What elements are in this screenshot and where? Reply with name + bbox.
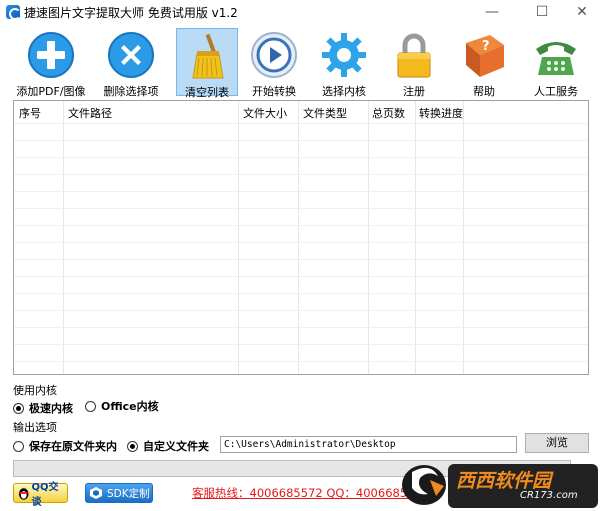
radio-dot [127, 440, 138, 452]
column [369, 101, 416, 374]
window-title: 捷速图片文字提取大师 免费试用版 v1.2 [24, 6, 238, 20]
grid-row-line [14, 276, 588, 277]
qq-chat-button[interactable]: QQ交谈 [13, 482, 68, 508]
watermark-sub: CR173.com [520, 490, 578, 501]
grid-row-line [14, 242, 588, 243]
save-original-folder-radio[interactable]: 保存在原文件夹内 [13, 438, 117, 454]
column-header-type[interactable]: 文件类型 [303, 105, 347, 121]
sdk-custom-button[interactable]: SDK定制 [85, 483, 153, 503]
broom-icon [192, 33, 224, 79]
sdk-custom-label: SDK定制 [107, 487, 150, 500]
toolbar-label: 人工服务 [534, 85, 578, 98]
browse-button[interactable]: 浏览 [525, 433, 589, 453]
radio-label: Office内核 [101, 400, 159, 413]
delete-selected-button[interactable]: 删除选择项 [100, 28, 162, 98]
grid-row-line [14, 208, 588, 209]
hotline-link[interactable]: 客服热线：4006685572 QQ：400668557 [192, 485, 422, 501]
output-section-label: 输出选项 [13, 421, 57, 434]
radio-label: 保存在原文件夹内 [29, 440, 117, 453]
column-header-pages[interactable]: 总页数 [372, 105, 405, 121]
engine-section-label: 使用内核 [13, 384, 57, 397]
output-path-field[interactable]: C:\Users\Administrator\Desktop [220, 436, 517, 453]
grid-row-line [14, 123, 588, 124]
sdk-icon [90, 487, 102, 499]
column-header-progress[interactable]: 转换进度 [419, 105, 463, 121]
grid-row-line [14, 327, 588, 328]
file-list[interactable]: 序号 文件路径 文件大小 文件类型 总页数 转换进度 [13, 100, 589, 375]
title-bar: 捷速图片文字提取大师 免费试用版 v1.2 — ☐ ✕ [0, 0, 600, 24]
grid-row-line [14, 344, 588, 345]
watermark-logo: 西西软件园 CR173.com [400, 458, 600, 511]
toolbar-label: 添加PDF/图像 [16, 85, 86, 98]
column [239, 101, 299, 374]
grid-row-line [14, 174, 588, 175]
engine-office-radio[interactable]: Office内核 [85, 398, 159, 414]
radio-dot [13, 402, 24, 414]
grid-row-line [14, 191, 588, 192]
radio-label: 极速内核 [29, 402, 73, 415]
grid-row-line [14, 361, 588, 362]
play-icon [251, 32, 297, 78]
delete-icon [108, 32, 154, 78]
grid-row-line [14, 157, 588, 158]
penguin-icon [18, 488, 29, 500]
toolbar-label: 帮助 [473, 85, 495, 98]
close-button[interactable]: ✕ [560, 0, 600, 24]
app-icon [6, 5, 21, 20]
toolbar-label: 删除选择项 [103, 85, 159, 98]
select-engine-button[interactable]: 选择内核 [313, 28, 375, 98]
engine-fast-radio[interactable]: 极速内核 [13, 400, 73, 416]
add-pdf-image-button[interactable]: 添加PDF/图像 [16, 28, 86, 98]
gear-icon [322, 33, 366, 77]
column-header-index[interactable]: 序号 [19, 105, 41, 121]
radio-dot [85, 400, 96, 412]
lock-icon [397, 33, 431, 78]
grid-row-line [14, 293, 588, 294]
column [416, 101, 464, 374]
register-button[interactable]: 注册 [383, 28, 445, 98]
help-book-icon: ? [466, 35, 504, 77]
column-header-size[interactable]: 文件大小 [243, 105, 287, 121]
custom-folder-radio[interactable]: 自定义文件夹 [127, 438, 209, 454]
minimize-button[interactable]: — [470, 0, 514, 24]
column [299, 101, 369, 374]
maximize-button[interactable]: ☐ [520, 0, 564, 24]
radio-label: 自定义文件夹 [143, 440, 209, 453]
add-icon [28, 32, 74, 78]
column [14, 101, 64, 374]
human-service-button[interactable]: 人工服务 [525, 28, 587, 98]
svg-text:?: ? [482, 39, 490, 54]
toolbar: 添加PDF/图像 删除选择项 清空列表 开始转换 选择内核 注册 ? 帮助 人工… [0, 24, 600, 99]
help-button[interactable]: ? 帮助 [453, 28, 515, 98]
watermark-text: 西西软件园 [456, 470, 552, 492]
clear-list-button[interactable]: 清空列表 [176, 28, 238, 99]
grid-row-line [14, 140, 588, 141]
radio-dot [13, 440, 24, 452]
grid-row-line [14, 225, 588, 226]
column-header-path[interactable]: 文件路径 [68, 105, 112, 121]
qq-chat-label: QQ交谈 [31, 482, 59, 508]
phone-icon [536, 42, 576, 75]
column [64, 101, 239, 374]
start-convert-button[interactable]: 开始转换 [243, 28, 305, 98]
grid-row-line [14, 310, 588, 311]
grid-row-line [14, 259, 588, 260]
